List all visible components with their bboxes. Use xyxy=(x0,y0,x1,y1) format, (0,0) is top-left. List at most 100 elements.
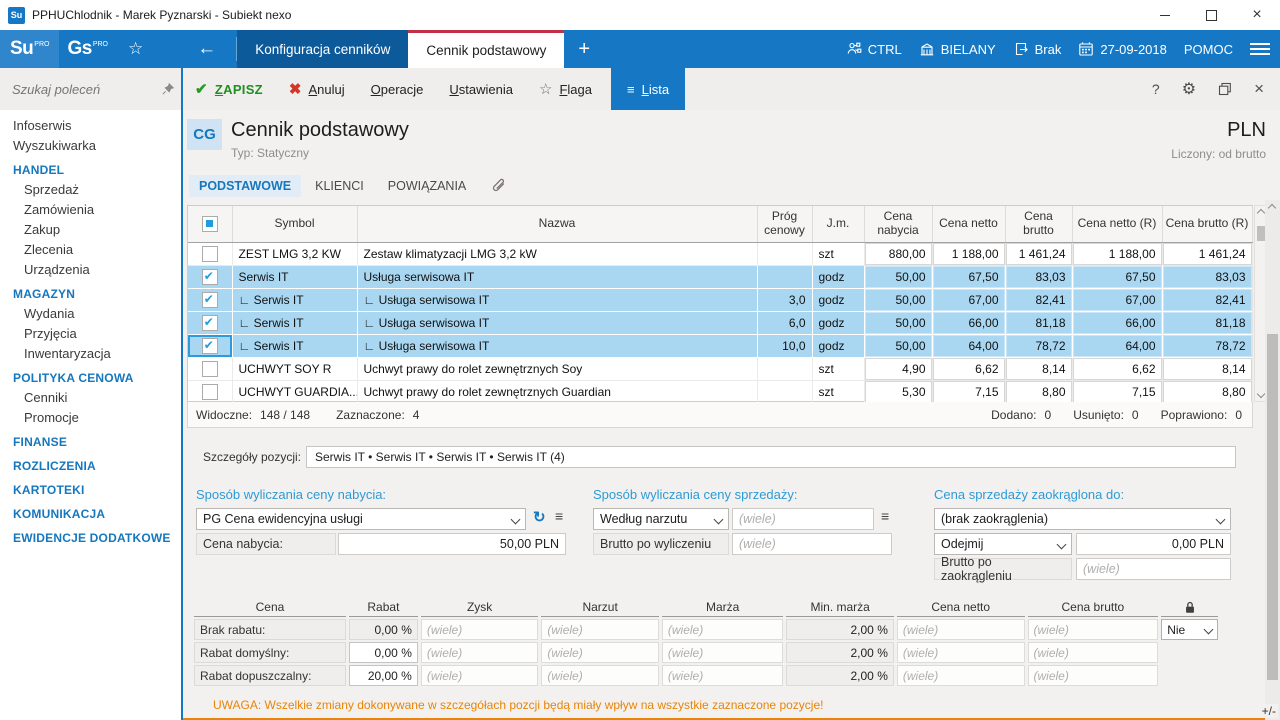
page-scrollbar-thumb[interactable] xyxy=(1267,334,1278,680)
refresh-icon[interactable]: ↻ xyxy=(533,508,546,526)
pt-rabat[interactable]: 20,00 % xyxy=(349,665,418,686)
subiekt-logo[interactable]: Su PRO xyxy=(0,30,59,68)
table-row[interactable]: Serwis IT Usługa serwisowa IT godz 50,00… xyxy=(188,266,1252,289)
row-checkbox[interactable] xyxy=(202,338,218,354)
cell-cena-netto[interactable]: 1 188,00 xyxy=(932,243,1005,266)
row-checkbox-cell[interactable] xyxy=(188,266,232,289)
table-row[interactable]: UCHWYT GUARDIA... Uchwyt prawy do rolet … xyxy=(188,381,1252,404)
pt-narzut[interactable]: (wiele) xyxy=(541,619,659,640)
panel3-row3-value-field[interactable]: (wiele) xyxy=(1076,558,1231,580)
scroll-up-icon[interactable] xyxy=(1268,204,1276,212)
col-cena-brutto[interactable]: Cena brutto xyxy=(1005,206,1072,243)
new-tab-button[interactable]: + xyxy=(564,30,604,68)
cell-cena-nabycia[interactable]: 50,00 xyxy=(864,266,932,289)
cell-cena-brutto[interactable]: 83,03 xyxy=(1005,266,1072,289)
branch-indicator[interactable]: BIELANY xyxy=(919,41,996,57)
col-cena-netto-r[interactable]: Cena netto (R) xyxy=(1072,206,1162,243)
table-row[interactable]: ZEST LMG 3,2 KW Zestaw klimatyzacji LMG … xyxy=(188,243,1252,266)
page-scrollbar[interactable] xyxy=(1265,200,1280,720)
row-checkbox-cell[interactable] xyxy=(188,381,232,404)
sidebar-section-komunikacja[interactable]: KOMUNIKACJA xyxy=(0,504,181,524)
sidebar-section-kartoteki[interactable]: KARTOTEKI xyxy=(0,480,181,500)
cell-cena-brutto[interactable]: 78,72 xyxy=(1005,335,1072,358)
cell-cena-netto[interactable]: 67,50 xyxy=(932,266,1005,289)
pt-zysk[interactable]: (wiele) xyxy=(421,642,539,663)
pt-rabat[interactable]: 0,00 % xyxy=(349,642,418,663)
sidebar-section-finanse[interactable]: FINANSE xyxy=(0,432,181,452)
sidebar-item-zamowienia[interactable]: Zamówienia xyxy=(0,200,181,220)
pt-cena-netto[interactable]: (wiele) xyxy=(897,665,1025,686)
back-arrow-icon[interactable]: ← xyxy=(155,30,236,68)
col-cena-netto[interactable]: Cena netto xyxy=(932,206,1005,243)
cell-cena-brutto[interactable]: 8,80 xyxy=(1005,381,1072,404)
sidebar-section-magazyn[interactable]: MAGAZYN xyxy=(0,284,181,304)
sidebar-item-sprzedaz[interactable]: Sprzedaż xyxy=(0,180,181,200)
panel2-value-field[interactable]: (wiele) xyxy=(732,508,874,530)
table-row[interactable]: UCHWYT SOY R Uchwyt prawy do rolet zewnę… xyxy=(188,358,1252,381)
row-checkbox[interactable] xyxy=(202,361,218,377)
pt-zysk[interactable]: (wiele) xyxy=(421,619,539,640)
pt-cena-netto[interactable]: (wiele) xyxy=(897,619,1025,640)
nav-tab-cennik-podstawowy[interactable]: Cennik podstawowy xyxy=(408,30,564,68)
table-row-focused[interactable]: ∟ Serwis IT ∟ Usługa serwisowa IT 10,0 g… xyxy=(188,335,1252,358)
sidebar-item-urzadzenia[interactable]: Urządzenia xyxy=(0,260,181,280)
cell-cena-netto[interactable]: 64,00 xyxy=(932,335,1005,358)
list-view-button[interactable]: ≡ Lista xyxy=(611,68,685,110)
cell-cena-netto-r[interactable]: 66,00 xyxy=(1072,312,1162,335)
pt-cena-brutto[interactable]: (wiele) xyxy=(1028,619,1159,640)
panel2-method-dropdown[interactable]: Według narzutu xyxy=(593,508,729,530)
panel2-row-value-field[interactable]: (wiele) xyxy=(732,533,892,555)
hamburger-menu-icon[interactable] xyxy=(1250,43,1270,55)
cell-cena-brutto-r[interactable]: 1 461,24 xyxy=(1162,243,1252,266)
cell-cena-netto-r[interactable]: 64,00 xyxy=(1072,335,1162,358)
row-checkbox[interactable] xyxy=(202,292,218,308)
tab-podstawowe[interactable]: PODSTAWOWE xyxy=(189,175,301,197)
row-checkbox-cell[interactable] xyxy=(188,358,232,381)
table-row[interactable]: ∟ Serwis IT ∟ Usługa serwisowa IT 3,0 go… xyxy=(188,289,1252,312)
sidebar-section-rozliczenia[interactable]: ROZLICZENIA xyxy=(0,456,181,476)
save-button[interactable]: ✔ ZAPISZ xyxy=(182,68,276,110)
sidebar-item-cenniki[interactable]: Cenniki xyxy=(0,388,181,408)
cell-cena-nabycia[interactable]: 5,30 xyxy=(864,381,932,404)
rounding-dropdown[interactable]: (brak zaokrąglenia) xyxy=(934,508,1231,530)
panel2-menu-icon[interactable]: ≡ xyxy=(881,508,889,524)
row-checkbox-cell[interactable] xyxy=(188,312,232,335)
col-nazwa[interactable]: Nazwa xyxy=(357,206,757,243)
row-checkbox-cell[interactable] xyxy=(188,335,232,358)
cell-cena-nabycia[interactable]: 4,90 xyxy=(864,358,932,381)
col-symbol[interactable]: Symbol xyxy=(232,206,357,243)
cell-cena-brutto[interactable]: 81,18 xyxy=(1005,312,1072,335)
date-indicator[interactable]: 27-09-2018 xyxy=(1078,41,1167,57)
sidebar-item-przyjecia[interactable]: Przyjęcia xyxy=(0,324,181,344)
nav-tab-konfiguracja[interactable]: Konfiguracja cenników xyxy=(237,30,408,68)
pt-narzut[interactable]: (wiele) xyxy=(541,665,659,686)
sidebar-section-ewidencje-dodatkowe[interactable]: EWIDENCJE DODATKOWE xyxy=(0,528,181,548)
row-checkbox-cell[interactable] xyxy=(188,289,232,312)
pt-zysk[interactable]: (wiele) xyxy=(421,665,539,686)
pt-cena-brutto[interactable]: (wiele) xyxy=(1028,665,1159,686)
minimize-button[interactable] xyxy=(1142,0,1188,30)
session-doc-indicator[interactable]: Brak xyxy=(1013,41,1062,57)
sidebar-item-zlecenia[interactable]: Zlecenia xyxy=(0,240,181,260)
cell-cena-nabycia[interactable]: 50,00 xyxy=(864,312,932,335)
settings-menu-button[interactable]: Ustawienia xyxy=(436,68,526,110)
row-checkbox-cell[interactable] xyxy=(188,243,232,266)
purchase-price-field[interactable]: 50,00 PLN xyxy=(338,533,566,555)
pin-icon[interactable] xyxy=(162,83,174,95)
scroll-up-icon[interactable] xyxy=(1257,209,1265,217)
favorites-star-icon[interactable]: ☆ xyxy=(116,30,155,68)
help-icon[interactable]: ? xyxy=(1152,81,1160,97)
pt-marza[interactable]: (wiele) xyxy=(662,619,784,640)
col-jm[interactable]: J.m. xyxy=(812,206,864,243)
cell-cena-brutto-r[interactable]: 82,41 xyxy=(1162,289,1252,312)
cell-cena-brutto-r[interactable]: 78,72 xyxy=(1162,335,1252,358)
pt-cena-brutto[interactable]: (wiele) xyxy=(1028,642,1159,663)
cell-cena-nabycia[interactable]: 50,00 xyxy=(864,335,932,358)
cell-cena-brutto[interactable]: 8,14 xyxy=(1005,358,1072,381)
cell-cena-brutto-r[interactable]: 81,18 xyxy=(1162,312,1252,335)
row-checkbox[interactable] xyxy=(202,315,218,331)
help-menu[interactable]: POMOC xyxy=(1184,42,1233,57)
row-checkbox[interactable] xyxy=(202,384,218,400)
cell-cena-netto-r[interactable]: 6,62 xyxy=(1072,358,1162,381)
panel1-menu-icon[interactable]: ≡ xyxy=(555,508,563,524)
